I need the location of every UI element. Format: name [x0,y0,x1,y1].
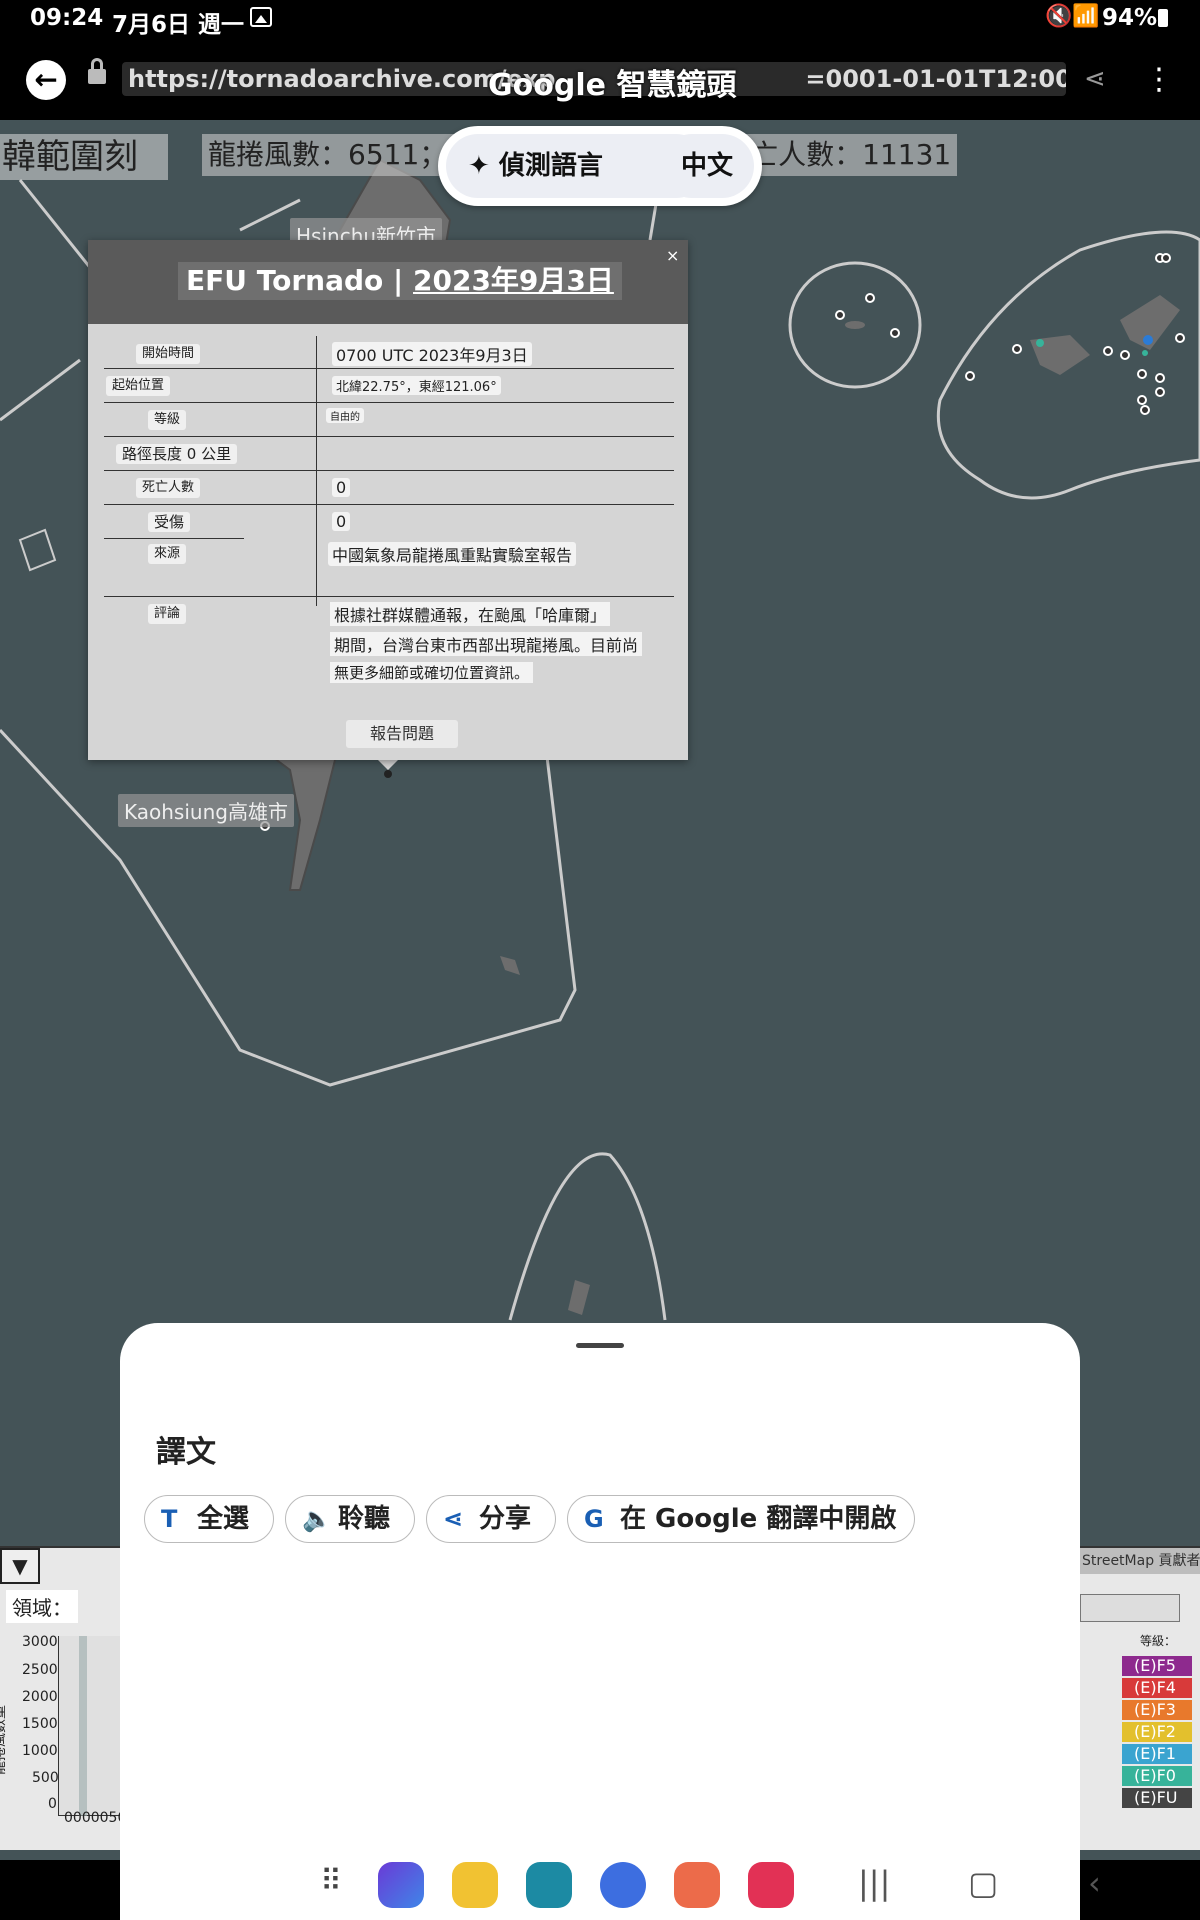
browser-toolbar: ← https://tornadoarchive.com/exp =0001-01… [0,38,1200,120]
status-bar: 09:24 7月6日 週一 🔇 📶 94% [0,0,1200,38]
app-drawer-icon[interactable]: ⠿ [320,1864,342,1899]
y-tick: 2000 [22,1689,58,1705]
open-in-translate-button[interactable]: G 在 Google 翻譯中開啟 [567,1495,915,1543]
close-icon[interactable]: × [666,246,679,265]
google-translate-icon: G [584,1505,604,1533]
drag-handle[interactable] [576,1343,624,1348]
listen-label: 聆聽 [338,1504,391,1534]
detect-language-label: 偵測語言 [498,151,603,181]
text-icon: T [161,1505,178,1533]
translation-sheet: 譯文 T 全選 🔈 聆聽 ⋖ 分享 G 在 Google 翻譯中開啟 [120,1323,1080,1920]
contacts-app-icon[interactable] [674,1862,720,1908]
popup-title-prefix: EFU Tornado | [186,264,413,297]
language-chip[interactable]: ✦ 偵測語言 → 中文 [438,126,762,206]
detail-label: 開始時間 [136,344,201,364]
comment-line: 根據社群媒體通報，在颱風「哈庫爾」 [330,602,611,626]
comment-line: 無更多細節或確切位置資訊。 [330,662,534,683]
status-time: 09:24 [30,5,104,31]
back-arrow-icon[interactable]: ← [26,60,66,100]
y-tick: 3000 [22,1634,58,1650]
detail-label: 路徑長度 0 公里 [116,444,238,464]
detail-label: 等級 [148,410,187,430]
y-tick: 2500 [22,1662,58,1678]
collapse-toggle[interactable]: ▼ [0,1548,40,1584]
url-tail: =0001-01-01T12:00Z;2025-01-( [805,65,1066,93]
popup-title: EFU Tornado | 2023年9月3日 [178,262,622,300]
select-all-button[interactable]: T 全選 [144,1495,274,1543]
back-nav-icon[interactable]: ‹ [1088,1864,1101,1902]
detail-value: 自由的 [326,408,364,423]
recent-apps-icon[interactable]: ||| [858,1864,890,1902]
share-label: 分享 [479,1504,532,1534]
date-slider[interactable] [1080,1594,1180,1622]
share-button[interactable]: ⋖ 分享 [426,1495,556,1543]
open-in-translate-label: 在 Google 翻譯中開啟 [620,1504,897,1534]
legend-panel: StreetMap 貢獻者 等級： (E)F5 (E)F4 (E)F3 (E)F… [1080,1546,1200,1850]
detail-value: 0 [332,478,351,497]
lock-icon[interactable] [88,58,106,86]
report-issue-link[interactable]: 報告問題 [346,720,458,748]
domain-label: 領域： [6,1590,78,1623]
battery-icon [1158,9,1168,27]
legend-item[interactable]: (E)F2 [1122,1722,1192,1742]
legend-item[interactable]: (E)F0 [1122,1766,1192,1786]
city-label-kaohsiung: Kaohsiung高雄市 [118,794,294,827]
y-tick: 1000 [22,1743,58,1759]
calendar-app-icon[interactable] [526,1862,572,1908]
sheet-heading: 譯文 [156,1435,216,1470]
detail-label: 死亡人數 [136,478,201,498]
y-tick: 0 [48,1796,57,1812]
files-app-icon[interactable] [452,1862,498,1908]
popup-title-date[interactable]: 2023年9月3日 [413,264,614,297]
share-icon: ⋖ [443,1505,464,1533]
gallery-icon [250,7,272,27]
legend-title: 等級： [1140,1634,1177,1648]
listen-button[interactable]: 🔈 聆聽 [285,1495,415,1543]
comment-line: 期間，台灣台東市西部出現龍捲風。目前尚 [330,632,643,656]
wifi-icon: 📶 [1072,4,1100,29]
detail-label: 來源 [148,544,187,564]
legend-item[interactable]: (E)F4 [1122,1678,1192,1698]
chart-y-title: 龍捲風數量 [0,1705,8,1775]
map-title-overlay: 韓範圍刻 [0,134,168,180]
status-date: 7月6日 週一 [112,12,245,38]
more-menu-icon[interactable]: ⋮ [1144,62,1174,97]
legend-item[interactable]: (E)F1 [1122,1744,1192,1764]
map-credit[interactable]: StreetMap 貢獻者 [1080,1548,1200,1574]
count-chart-panel: ▼ 領域： 龍捲風數量 3000 2500 2000 1500 1000 500… [0,1546,126,1850]
navigation-bar: ⠿ ||| ▢ ‹ [0,1850,1200,1920]
select-all-label: 全選 [197,1504,250,1534]
y-tick: 1500 [22,1716,58,1732]
detail-label: 起始位置 [106,376,171,396]
detail-value: 北緯22.75°，東經121.06° [332,376,501,395]
tornado-popup: EFU Tornado | 2023年9月3日 × 開始時間 0700 UTC … [88,240,688,760]
chart-plot[interactable] [58,1636,120,1816]
browser-app-icon[interactable] [378,1862,424,1908]
detail-value: 0700 UTC 2023年9月3日 [332,342,532,366]
mute-icon: 🔇 [1045,4,1073,29]
comment-label: 評論 [148,604,187,624]
detail-value: 0 [332,512,351,531]
detail-label: 受傷 [148,512,191,532]
battery-percent: 94% [1102,5,1158,31]
lens-title: Google 智慧鏡頭 [488,68,737,103]
legend-item[interactable]: (E)F5 [1122,1656,1192,1676]
popup-header: EFU Tornado | 2023年9月3日 × [88,240,688,324]
speaker-icon: 🔈 [302,1505,332,1533]
messages-app-icon[interactable] [600,1862,646,1908]
camera-app-icon[interactable] [748,1862,794,1908]
legend-item[interactable]: (E)F3 [1122,1700,1192,1720]
legend-item[interactable]: (E)FU [1122,1788,1192,1808]
home-icon[interactable]: ▢ [968,1864,998,1902]
sparkle-icon: ✦ [468,151,490,181]
x-tick: 0000050 [64,1810,127,1826]
share-icon[interactable]: ⋖ [1084,64,1106,94]
detail-value: 中國氣象局龍捲風重點實驗室報告 [328,542,577,566]
y-tick: 500 [32,1770,59,1786]
target-language-button[interactable]: 中文 [660,134,754,198]
